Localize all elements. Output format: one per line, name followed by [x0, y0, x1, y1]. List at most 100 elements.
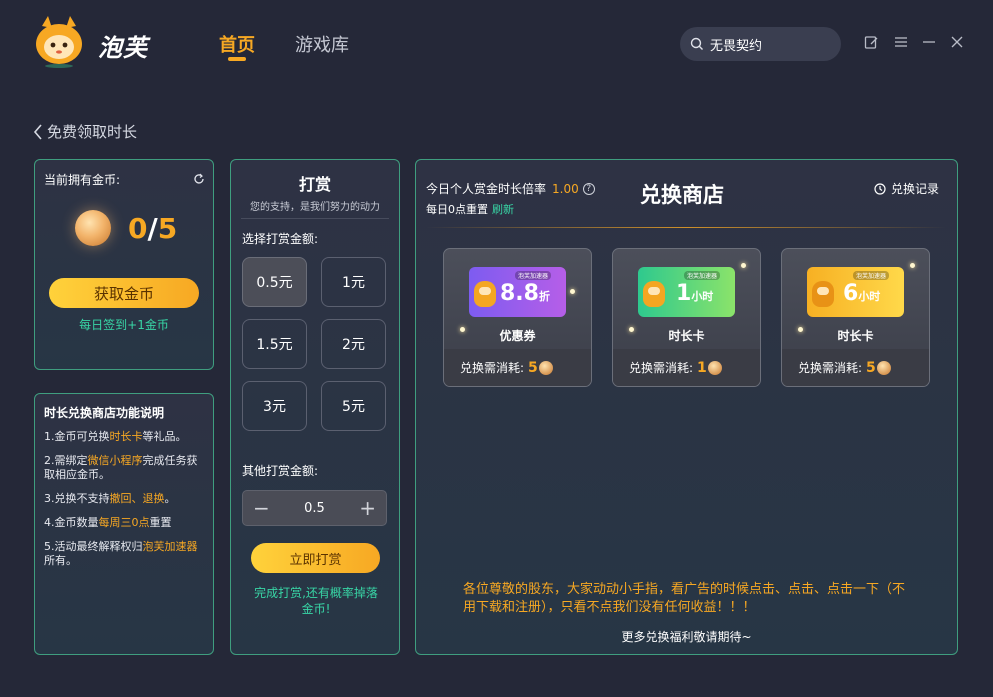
shop-card-1h[interactable]: 泡芙加速器 1小时 时长卡 兑换需消耗: 1: [612, 248, 761, 387]
tab-game-library[interactable]: 游戏库: [295, 31, 349, 57]
info-highlight: 微信小程序: [87, 454, 143, 467]
cost-label: 兑换需消耗:: [798, 361, 863, 375]
refresh-link[interactable]: 刷新: [492, 203, 514, 216]
card-name: 时长卡: [668, 329, 705, 343]
shop-title: 兑换商店: [640, 183, 724, 207]
amount-option[interactable]: 0.5元: [242, 257, 307, 307]
plus-icon[interactable]: +: [359, 498, 376, 518]
rate-label: 今日个人赏金时长倍率: [426, 182, 547, 196]
ticket-num: 8.8: [500, 281, 539, 306]
info-item: 5.活动最终解释权归泡芙加速器所有。: [44, 540, 208, 568]
ad-notice: 各位尊敬的股东，大家动动小手指，看广告的时候点击、点击、点击一下（不用下载和注册…: [463, 582, 906, 615]
amount-option[interactable]: 2元: [321, 319, 386, 369]
chevron-left-icon: [33, 123, 42, 140]
cost-value: 5: [866, 359, 876, 376]
feedback-icon[interactable]: [863, 34, 879, 50]
coin-icon: [75, 210, 111, 246]
coins-panel: 当前拥有金币: 0/5 获取金币 每日签到+1金币: [34, 159, 214, 370]
coin-icon: [538, 360, 553, 375]
info-item: 2.需绑定微信小程序完成任务获取相应金币。: [44, 454, 208, 482]
reward-panel: 打赏 您的支持，是我们努力的动力 选择打赏金额: 0.5元 1元 1.5元 2元…: [230, 159, 400, 655]
ticket-value: 8.8折: [500, 282, 550, 309]
coins-label: 当前拥有金币:: [44, 173, 121, 187]
info-title: 时长兑换商店功能说明: [44, 406, 165, 420]
rate-value: 1.00: [552, 181, 579, 196]
amount-option[interactable]: 1元: [321, 257, 386, 307]
mascot-icon: [812, 281, 834, 307]
info-text: 2.需绑定: [44, 454, 88, 467]
choose-amount-label: 选择打赏金额:: [242, 232, 319, 246]
cost-label: 兑换需消耗:: [460, 361, 525, 375]
minus-icon[interactable]: −: [253, 498, 270, 518]
ticket-unit: 折: [538, 290, 550, 303]
menu-icon[interactable]: [893, 34, 909, 50]
info-list: 1.金币可兑换时长卡等礼品。 2.需绑定微信小程序完成任务获取相应金币。 3.兑…: [44, 430, 208, 578]
help-icon[interactable]: ?: [582, 182, 595, 195]
info-item: 4.金币数量每周三0点重置: [44, 516, 208, 530]
tab-home[interactable]: 首页: [219, 31, 255, 57]
reset-label: 每日0点重置: [426, 203, 488, 216]
info-text: 4.金币数量: [44, 516, 99, 529]
search-box[interactable]: 无畏契约: [680, 27, 841, 61]
close-icon[interactable]: [949, 34, 965, 50]
tip-now-button[interactable]: 立即打赏: [251, 543, 380, 573]
other-amount-label: 其他打赏金额:: [242, 464, 319, 478]
info-text: 等礼品。: [142, 430, 187, 443]
ticket-num: 1: [676, 281, 692, 306]
coin-balance: 0/5: [128, 212, 177, 245]
card-ticket: 泡芙加速器 8.8折: [469, 267, 566, 317]
ticket-brand: 泡芙加速器: [684, 271, 721, 280]
ticket-brand: 泡芙加速器: [853, 271, 890, 280]
coin-current: 0: [128, 212, 148, 245]
active-tab-indicator: [228, 57, 246, 61]
reward-note: 完成打赏,还有概率掉落金币!: [254, 586, 378, 616]
ticket-value: 6小时: [843, 282, 880, 309]
info-text: 重置: [149, 516, 172, 529]
info-highlight: 每周三0点: [98, 516, 150, 529]
amount-option[interactable]: 3元: [242, 381, 307, 431]
coin-separator: /: [147, 212, 158, 245]
divider: [241, 218, 389, 219]
search-icon: [690, 37, 703, 50]
info-text: 所有。: [44, 554, 77, 567]
info-text: 1.金币可兑换: [44, 430, 110, 443]
card-cost: 兑换需消耗: 1: [613, 349, 760, 386]
exchange-history-link[interactable]: 兑换记录: [874, 180, 939, 197]
shop-card-6h[interactable]: 泡芙加速器 6小时 时长卡 兑换需消耗: 5: [781, 248, 930, 387]
coin-icon: [876, 360, 891, 375]
cost-value: 1: [697, 359, 707, 376]
card-ticket: 泡芙加速器 1小时: [638, 267, 735, 317]
get-coins-button[interactable]: 获取金币: [49, 278, 199, 308]
ticket-value: 1小时: [676, 282, 713, 309]
clock-icon: [874, 182, 886, 195]
cost-value: 5: [528, 359, 538, 376]
info-text: 3.兑换不支持: [44, 492, 110, 505]
stepper-value[interactable]: 0.5: [304, 501, 325, 516]
card-name: 时长卡: [837, 329, 874, 343]
coin-icon: [707, 360, 722, 375]
info-highlight: 时长卡: [109, 430, 143, 443]
ticket-num: 6: [843, 281, 859, 306]
brand-name: 泡芙: [98, 34, 148, 62]
sparkle-icon: [910, 263, 915, 268]
amount-option[interactable]: 1.5元: [242, 319, 307, 369]
amount-option[interactable]: 5元: [321, 381, 386, 431]
info-highlight: 撤回、退换: [109, 492, 165, 505]
search-input[interactable]: 无畏契约: [710, 35, 762, 54]
minimize-icon[interactable]: [921, 34, 937, 50]
sparkle-icon: [741, 263, 746, 268]
info-text: 。: [164, 492, 176, 505]
mascot-icon: [474, 281, 496, 307]
amount-stepper: − 0.5 +: [242, 490, 387, 526]
card-ticket: 泡芙加速器 6小时: [807, 267, 904, 317]
shop-card-coupon[interactable]: 泡芙加速器 8.8折 优惠券 兑换需消耗: 5: [443, 248, 592, 387]
card-name: 优惠券: [499, 329, 536, 343]
info-text: 5.活动最终解释权归: [44, 540, 143, 553]
divider: [426, 227, 946, 228]
sparkle-icon: [570, 289, 575, 294]
info-panel: 时长兑换商店功能说明 1.金币可兑换时长卡等礼品。 2.需绑定微信小程序完成任务…: [34, 393, 214, 655]
history-label: 兑换记录: [890, 182, 939, 196]
info-highlight: 泡芙加速器: [142, 540, 198, 553]
refresh-icon[interactable]: [193, 170, 205, 189]
back-link[interactable]: 免费领取时长: [33, 121, 137, 142]
